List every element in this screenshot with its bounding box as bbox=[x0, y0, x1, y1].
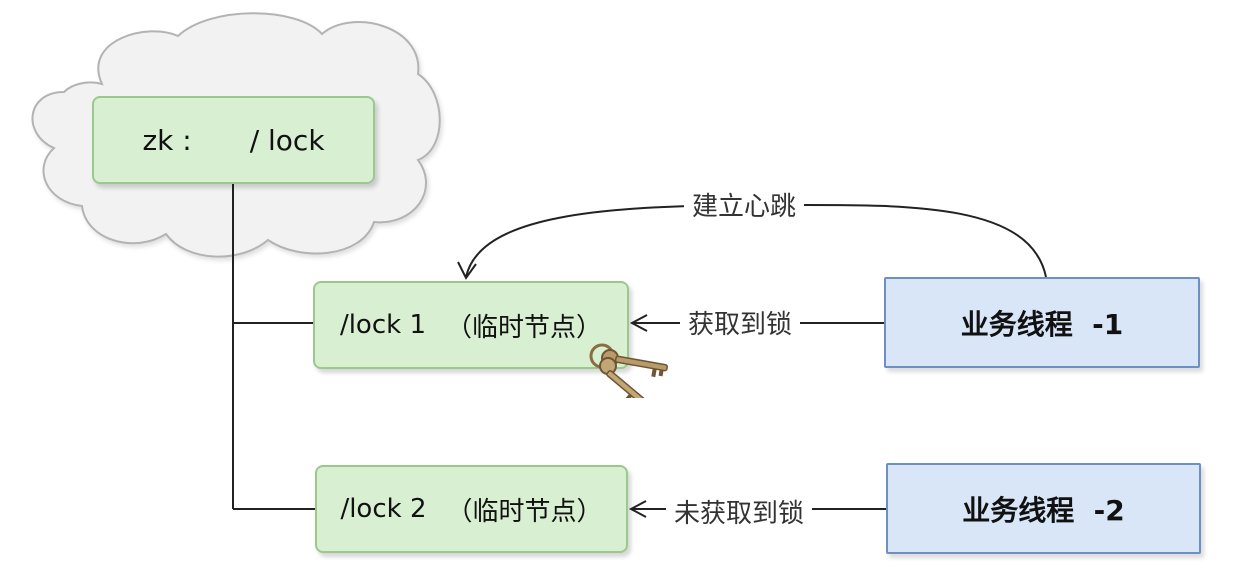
zk-prefix: zk : bbox=[142, 123, 192, 157]
lock-node-2: /lock 2 （临时节点） bbox=[315, 465, 628, 553]
zk-root-node: zk : / lock bbox=[92, 96, 375, 184]
business-thread-2-label: 业务线程 -2 bbox=[962, 493, 1125, 527]
lock-node-1-name: /lock 1 bbox=[339, 310, 427, 340]
lock-node-1-type: （临时节点） bbox=[446, 312, 603, 343]
heartbeat-arrowhead bbox=[457, 261, 477, 280]
lock-node-2-type: （临时节点） bbox=[446, 496, 603, 527]
business-thread-1: 业务线程 -1 bbox=[884, 277, 1200, 368]
lock-node-2-name: /lock 2 bbox=[340, 494, 427, 524]
key-icon bbox=[589, 343, 668, 398]
heartbeat-label: 建立心跳 bbox=[684, 190, 805, 224]
business-thread-2: 业务线程 -2 bbox=[886, 463, 1201, 554]
zk-lock-path: / lock bbox=[249, 123, 325, 157]
acquired-lock-label: 获取到锁 bbox=[680, 308, 801, 342]
business-thread-1-label: 业务线程 -1 bbox=[960, 307, 1124, 341]
diagram-canvas: zk : / lock /lock 1 （临时节点） /lock 2 （临时节点… bbox=[0, 0, 1247, 573]
lock-node-1: /lock 1 （临时节点） bbox=[313, 281, 629, 369]
not-acquired-lock-label: 未获取到锁 bbox=[666, 497, 813, 531]
